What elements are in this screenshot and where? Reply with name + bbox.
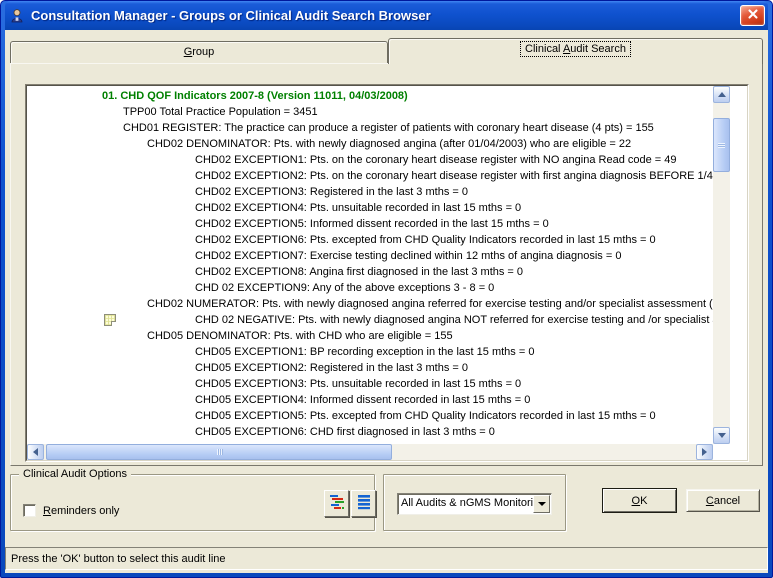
cancel-button-label: Cancel [706,495,740,507]
horizontal-scrollbar[interactable] [27,444,713,460]
tab-group[interactable]: Group [10,41,388,63]
audit-list-row-text: CHD02 EXCEPTION8: Angina first diagnosed… [27,264,713,280]
arrow-up-icon [718,92,726,97]
dialog-window: Consultation Manager - Groups or Clinica… [0,0,773,578]
audit-listbox-inner: 01. CHD QOF Indicators 2007-8 (Version 1… [26,85,748,461]
group-box-label: Clinical Audit Options [19,468,131,480]
audit-list-row-text: CHD02 EXCEPTION6: Pts. excepted from CHD… [27,232,713,248]
audit-list-row[interactable]: CHD 02 NEGATIVE: Pts. with newly diagnos… [27,312,713,328]
tab-group-label: Group [180,45,219,59]
audit-list-row[interactable]: CHD02 EXCEPTION5: Informed dissent recor… [27,216,713,232]
audit-listbox: 01. CHD QOF Indicators 2007-8 (Version 1… [25,84,749,462]
audit-list-row[interactable]: CHD02 EXCEPTION3: Registered in the last… [27,184,713,200]
dropdown-arrow-icon [538,502,546,506]
window-title: Consultation Manager - Groups or Clinica… [31,8,768,23]
scroll-up-button[interactable] [713,86,730,103]
audit-list-row[interactable]: CHD02 EXCEPTION1: Pts. on the coronary h… [27,152,713,168]
dialog-client: Group Clinical Audit Search 01. CHD QOF … [5,30,768,573]
arrow-down-icon [718,433,726,438]
audit-list-row-text: CHD02 NUMERATOR: Pts. with newly diagnos… [27,296,713,312]
tab-clinical-audit-search[interactable]: Clinical Audit Search [388,38,763,64]
audit-list-row[interactable]: CHD02 EXCEPTION2: Pts. on the coronary h… [27,168,713,184]
audit-filter-value: All Audits & nGMS Monitoring [401,497,533,509]
audit-list-row-text: CHD02 DENOMINATOR: Pts. with newly diagn… [27,136,713,152]
cancel-button[interactable]: Cancel [686,489,760,512]
dropdown-button[interactable] [533,495,550,513]
app-icon[interactable] [9,8,25,24]
audit-list-row-text: CHD05 EXCEPTION2: Registered in the last… [27,360,713,376]
audit-list-row[interactable]: CHD02 DENOMINATOR: Pts. with newly diagn… [27,136,713,152]
audit-list-row-text: CHD05 EXCEPTION5: Pts. excepted from CHD… [27,408,713,424]
audit-list-row[interactable]: CHD02 EXCEPTION8: Angina first diagnosed… [27,264,713,280]
note-icon [104,314,116,326]
close-icon [747,7,759,25]
reminders-only-checkbox[interactable] [23,504,36,517]
audit-list-row-text: CHD02 EXCEPTION3: Registered in the last… [27,184,713,200]
audit-list-row-text: CHD02 EXCEPTION2: Pts. on the coronary h… [27,168,713,184]
audit-list-row[interactable]: CHD02 EXCEPTION4: Pts. unsuitable record… [27,200,713,216]
audit-chart-view-button[interactable] [324,490,349,517]
audit-list-row[interactable]: CHD02 EXCEPTION7: Exercise testing decli… [27,248,713,264]
audit-list-row[interactable]: CHD05 EXCEPTION1: BP recording exception… [27,344,713,360]
reminders-only-label[interactable]: Reminders only [43,505,119,517]
audit-list-row-text: CHD05 EXCEPTION4: Informed dissent recor… [27,392,713,408]
title-bar[interactable]: Consultation Manager - Groups or Clinica… [5,1,768,30]
audit-list-row-text: 01. CHD QOF Indicators 2007-8 (Version 1… [27,88,713,104]
vertical-scrollbar[interactable] [713,86,730,444]
status-bar-text: Press the 'OK' button to select this aud… [11,553,226,565]
clinical-audit-options-group: Clinical Audit Options Reminders only [10,474,375,531]
audit-list-row[interactable]: CHD05 EXCEPTION6: CHD first diagnosed in… [27,424,713,440]
audit-list-row[interactable]: CHD05 EXCEPTION3: Pts. unsuitable record… [27,376,713,392]
gantt-chart-icon [329,494,345,513]
scroll-right-button[interactable] [696,444,713,460]
audit-list-row[interactable]: CHD05 EXCEPTION5: Pts. excepted from CHD… [27,408,713,424]
horizontal-scrollbar-thumb[interactable] [46,444,392,460]
audit-list-view-button[interactable] [351,490,376,517]
vertical-scrollbar-thumb[interactable] [713,118,730,172]
scroll-down-button[interactable] [713,427,730,444]
audit-list-row[interactable]: TPP00 Total Practice Population = 3451 [27,104,713,120]
audit-list-row-text: CHD05 EXCEPTION6: CHD first diagnosed in… [27,424,713,440]
audit-list-row-text: CHD02 EXCEPTION7: Exercise testing decli… [27,248,713,264]
audit-list-row-text: CHD 02 EXCEPTION9: Any of the above exce… [27,280,713,296]
scroll-left-button[interactable] [27,444,44,460]
tab-panel: 01. CHD QOF Indicators 2007-8 (Version 1… [10,63,763,466]
ok-button-label: OK [632,495,648,507]
audit-list-row-text: CHD02 EXCEPTION5: Informed dissent recor… [27,216,713,232]
arrow-right-icon [702,448,707,456]
audit-filter-dropdown[interactable]: All Audits & nGMS Monitoring [397,493,552,515]
audit-list-row-text: CHD01 REGISTER: The practice can produce… [27,120,713,136]
audit-list-row[interactable]: CHD01 REGISTER: The practice can produce… [27,120,713,136]
audit-list-row[interactable]: CHD05 EXCEPTION4: Informed dissent recor… [27,392,713,408]
tab-clinical-audit-search-label: Clinical Audit Search [521,42,630,56]
ok-button[interactable]: OK [602,488,677,513]
audit-filter-group: All Audits & nGMS Monitoring [383,474,566,531]
audit-list-row[interactable]: CHD05 EXCEPTION2: Registered in the last… [27,360,713,376]
audit-list-row-text: CHD05 EXCEPTION3: Pts. unsuitable record… [27,376,713,392]
audit-list-row[interactable]: CHD02 EXCEPTION6: Pts. excepted from CHD… [27,232,713,248]
status-bar: Press the 'OK' button to select this aud… [5,547,768,570]
audit-list[interactable]: 01. CHD QOF Indicators 2007-8 (Version 1… [27,86,713,444]
audit-list-row[interactable]: CHD02 NUMERATOR: Pts. with newly diagnos… [27,296,713,312]
audit-list-row-text: CHD02 EXCEPTION4: Pts. unsuitable record… [27,200,713,216]
audit-list-row[interactable]: 01. CHD QOF Indicators 2007-8 (Version 1… [27,88,713,104]
audit-list-row-text: CHD 02 NEGATIVE: Pts. with newly diagnos… [27,312,713,328]
audit-list-row-text: TPP00 Total Practice Population = 3451 [27,104,713,120]
audit-list-row-text: CHD05 EXCEPTION1: BP recording exception… [27,344,713,360]
audit-list-row[interactable]: CHD 02 EXCEPTION9: Any of the above exce… [27,280,713,296]
audit-list-row[interactable]: CHD05 DENOMINATOR: Pts. with CHD who are… [27,328,713,344]
close-button[interactable] [740,5,765,26]
audit-list-row-text: CHD05 DENOMINATOR: Pts. with CHD who are… [27,328,713,344]
list-lines-icon [356,494,372,513]
audit-list-row-text: CHD02 EXCEPTION1: Pts. on the coronary h… [27,152,713,168]
arrow-left-icon [33,448,38,456]
